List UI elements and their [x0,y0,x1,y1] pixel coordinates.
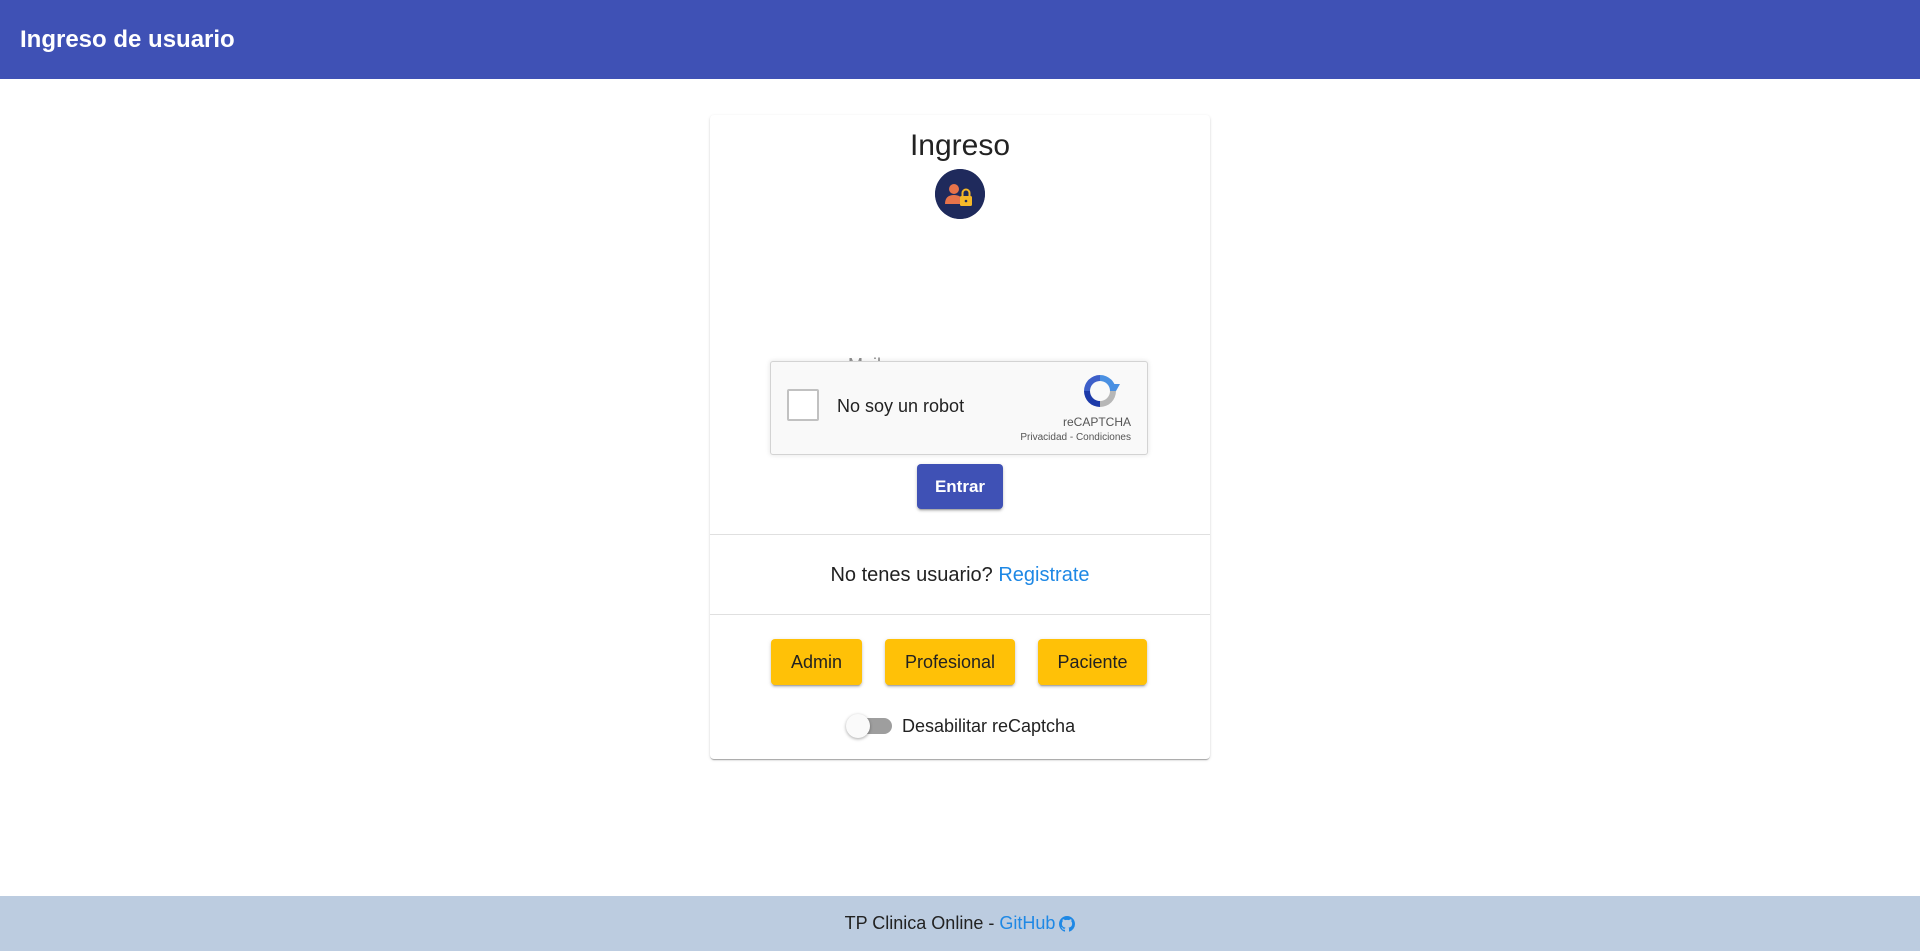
admin-quick-login-button[interactable]: Admin [771,639,862,685]
recaptcha-widget: No soy un robot reCAPTCHA Privacidad - C… [770,361,1148,455]
divider [710,534,1210,535]
github-link[interactable]: GitHub [999,913,1076,934]
footer-text: TP Clinica Online - [844,913,995,933]
disable-recaptcha-toggle[interactable] [846,714,892,738]
paciente-quick-login-button[interactable]: Paciente [1038,639,1147,685]
recaptcha-brand: reCAPTCHA [1062,415,1131,429]
register-link[interactable]: Registrate [998,564,1089,586]
footer: TP Clinica Online - GitHub [0,896,1920,951]
register-row: No tenes usuario? Registrate [710,564,1210,587]
register-text: No tenes usuario? [830,564,993,586]
user-lock-icon [935,169,985,219]
login-card: Ingreso No soy un robot reCAPTCHA Privac… [710,115,1210,759]
card-title: Ingreso [909,129,1011,162]
toggle-label: Desabilitar reCaptcha [902,715,1076,736]
top-toolbar: Ingreso de usuario [0,0,1920,79]
recaptcha-logo-icon [1084,375,1120,407]
recaptcha-label: No soy un robot [837,396,965,416]
toolbar-title: Ingreso de usuario [20,25,235,53]
recaptcha-toggle-row: Desabilitar reCaptcha [846,712,1076,740]
github-icon[interactable] [1059,915,1076,932]
recaptcha-checkbox[interactable] [787,389,819,421]
profesional-quick-login-button[interactable]: Profesional [885,639,1015,685]
recaptcha-links[interactable]: Privacidad - Condiciones [1020,432,1131,443]
divider [710,614,1210,615]
enter-button[interactable]: Entrar [917,464,1003,509]
github-link-label[interactable]: GitHub [999,913,1055,934]
toggle-thumb[interactable] [846,714,870,738]
